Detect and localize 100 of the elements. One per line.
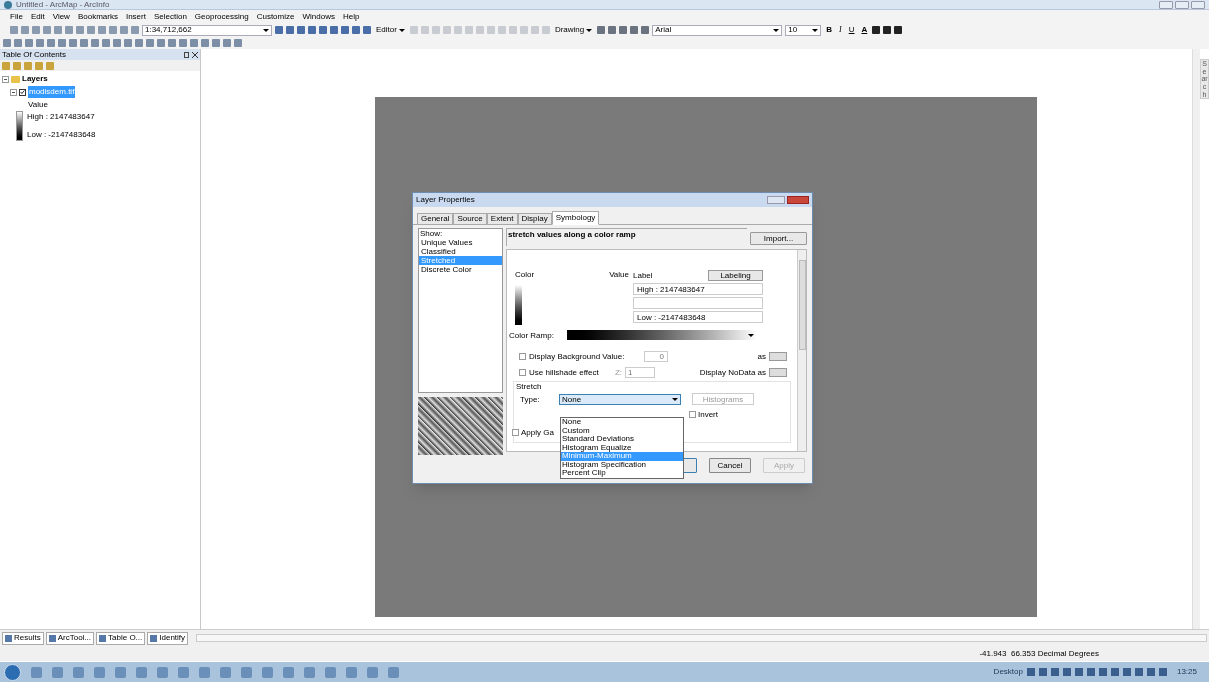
- checkbox[interactable]: [689, 411, 696, 418]
- app-icon[interactable]: [304, 666, 315, 678]
- dialog-button[interactable]: Cancel: [709, 458, 751, 473]
- checkbox[interactable]: [519, 369, 526, 376]
- globe-icon: [4, 0, 12, 9]
- app-icon[interactable]: [31, 666, 42, 678]
- z-field[interactable]: 1: [625, 367, 655, 378]
- italic-button[interactable]: I: [837, 24, 844, 36]
- menu-item[interactable]: Geoprocessing: [194, 10, 249, 23]
- font-name: Arial: [655, 24, 672, 36]
- app-icon[interactable]: [367, 666, 378, 678]
- pin-icon[interactable]: [184, 51, 189, 58]
- menu-item[interactable]: File: [10, 10, 23, 23]
- gradient-swatch: [515, 285, 522, 325]
- start-button[interactable]: [4, 663, 21, 681]
- horizontal-scrollbar[interactable]: [196, 634, 1207, 642]
- folder-icon: [11, 75, 20, 83]
- app-icon[interactable]: [283, 666, 294, 678]
- menu-item[interactable]: Insert: [125, 10, 146, 23]
- underline-button[interactable]: U: [846, 24, 857, 36]
- close-button[interactable]: [1191, 0, 1205, 9]
- desktop-toolbar[interactable]: Desktop: [993, 666, 1023, 678]
- checkbox[interactable]: [519, 353, 526, 360]
- editor-menu[interactable]: Editor: [374, 24, 407, 36]
- app-icon[interactable]: [94, 666, 105, 678]
- dropdown-option[interactable]: Percent Clip: [561, 469, 683, 478]
- checkbox[interactable]: [19, 88, 26, 96]
- close-button[interactable]: [787, 196, 809, 204]
- app-icon[interactable]: [241, 666, 252, 678]
- app-icon[interactable]: [388, 666, 399, 678]
- dropdown-option[interactable]: Histogram Specification: [561, 460, 683, 469]
- app-icon[interactable]: [115, 666, 126, 678]
- color-ramp-dropdown[interactable]: [567, 330, 757, 340]
- font-size-field[interactable]: 10: [785, 24, 822, 36]
- app-icon[interactable]: [220, 666, 231, 678]
- color-picker[interactable]: [769, 352, 787, 361]
- list-item[interactable]: Unique Values: [419, 238, 502, 247]
- close-icon[interactable]: [192, 51, 198, 58]
- label-field[interactable]: [633, 297, 763, 309]
- label-field[interactable]: Low : -2147483648: [633, 311, 763, 323]
- app-icon[interactable]: [178, 666, 189, 678]
- panel-tab[interactable]: Results: [2, 631, 44, 645]
- app-icon[interactable]: [73, 666, 84, 678]
- tab[interactable]: Symbology: [551, 211, 600, 225]
- dropdown-option[interactable]: Custom: [561, 426, 683, 435]
- window-icon: [5, 634, 12, 642]
- list-item[interactable]: Classified: [419, 247, 502, 256]
- value-field[interactable]: 0: [644, 351, 668, 362]
- menu-item[interactable]: Selection: [153, 10, 187, 23]
- panel-tab[interactable]: Table O...: [96, 631, 146, 645]
- import-button[interactable]: Import...: [750, 232, 807, 245]
- tab[interactable]: Extent: [486, 213, 518, 225]
- coordinates-text: -41.943 66.353 Decimal Degrees: [979, 647, 1099, 660]
- app-icon[interactable]: [199, 666, 210, 678]
- tab[interactable]: Source: [453, 213, 487, 225]
- list-item[interactable]: Discrete Color: [419, 265, 502, 274]
- tab[interactable]: General: [417, 213, 454, 225]
- menu-item[interactable]: View: [52, 10, 70, 23]
- labeling-button[interactable]: Labeling: [708, 270, 763, 281]
- field-label: Type:: [520, 394, 541, 404]
- bold-button[interactable]: B: [824, 24, 835, 36]
- help-button[interactable]: [767, 196, 785, 204]
- font-size-value: 10: [788, 24, 798, 36]
- menu-item[interactable]: Windows: [302, 10, 335, 23]
- dropdown-option[interactable]: Histogram Equalize: [561, 443, 683, 452]
- clock: 13:25: [1176, 666, 1198, 678]
- checkbox[interactable]: [512, 429, 519, 436]
- collapse-button[interactable]: [2, 75, 9, 83]
- menu-item[interactable]: Bookmarks: [77, 10, 118, 23]
- scale-field[interactable]: 1:34,712,662: [142, 24, 272, 36]
- stretch-type-dropdown[interactable]: None: [559, 393, 681, 405]
- menu-item[interactable]: Customize: [256, 10, 295, 23]
- font-color-button[interactable]: A: [859, 24, 870, 36]
- font-field[interactable]: Arial: [652, 24, 783, 36]
- collapse-button[interactable]: [10, 88, 17, 96]
- tree-item[interactable]: Layers: [22, 73, 48, 85]
- menu-item[interactable]: Help: [342, 10, 360, 23]
- app-icon[interactable]: [325, 666, 336, 678]
- column-heading: Value: [609, 270, 629, 279]
- app-icon[interactable]: [157, 666, 168, 678]
- menu-item[interactable]: Edit: [30, 10, 45, 23]
- scrollbar[interactable]: [797, 250, 806, 451]
- restore-button[interactable]: [1175, 0, 1189, 9]
- tab[interactable]: Display: [517, 213, 552, 225]
- scrollbar[interactable]: [1192, 49, 1200, 629]
- checkbox-label: Apply Ga: [521, 428, 554, 437]
- app-icon[interactable]: [136, 666, 147, 678]
- window-icon: [48, 634, 56, 642]
- app-icon[interactable]: [346, 666, 357, 678]
- dropdown-option[interactable]: None: [561, 418, 683, 427]
- app-icon[interactable]: [52, 666, 63, 678]
- color-picker[interactable]: [769, 368, 787, 377]
- drawing-menu[interactable]: Drawing: [552, 24, 595, 36]
- label-field[interactable]: High : 2147483647: [633, 283, 763, 295]
- minimize-button[interactable]: [1159, 0, 1173, 9]
- scroll-thumb[interactable]: [798, 260, 806, 350]
- panel-tab[interactable]: Identify: [147, 631, 189, 645]
- app-icon[interactable]: [262, 666, 273, 678]
- dropdown-option[interactable]: Standard Deviations: [561, 435, 683, 444]
- panel-tab[interactable]: ArcTool...: [45, 631, 95, 645]
